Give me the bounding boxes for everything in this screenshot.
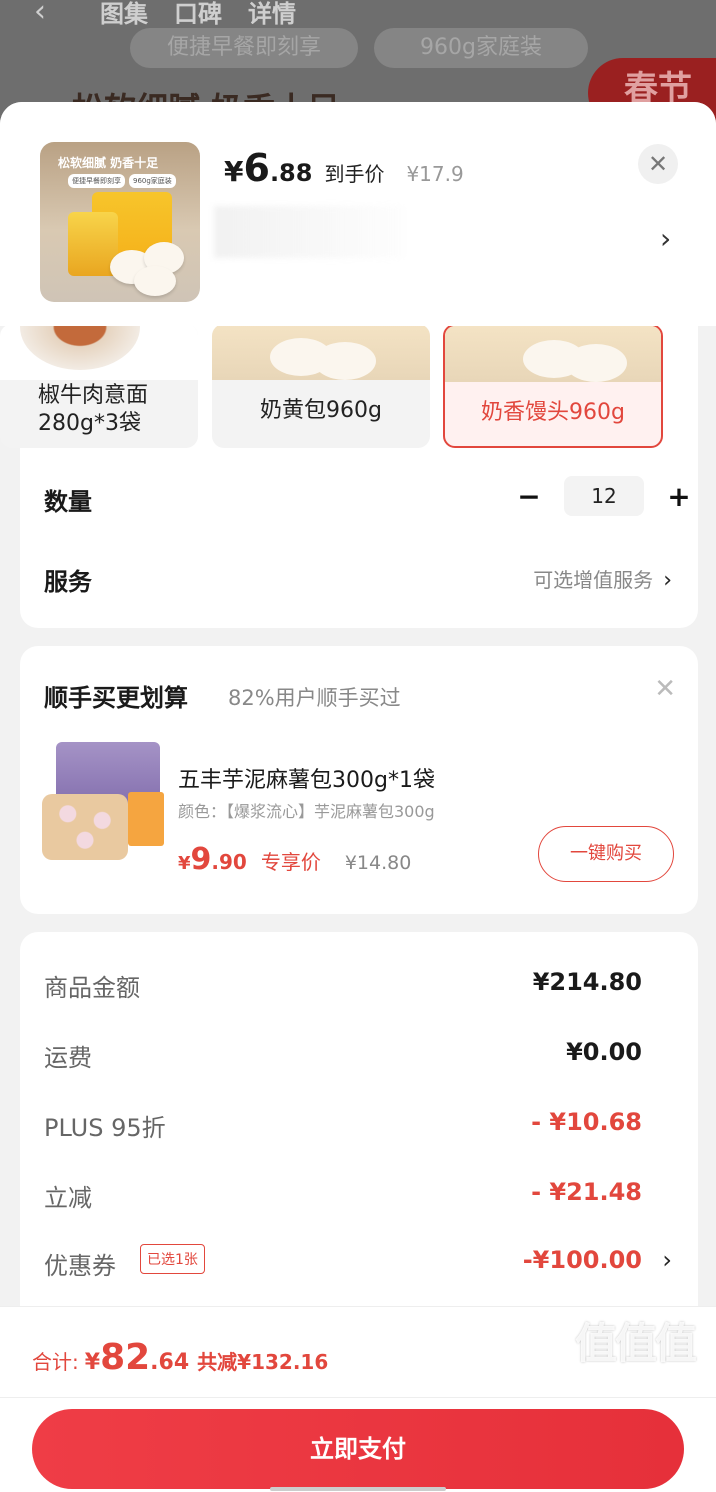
background-tab: 口碑 (174, 0, 222, 28)
option-image (212, 324, 430, 380)
background-tab: 详情 (248, 0, 296, 28)
thumbnail-tag: 960g家庭装 (129, 174, 176, 188)
service-label: 服务 (44, 568, 92, 596)
total-saved: 共减¥132.16 (197, 1350, 329, 1374)
price-decimal: .90 (211, 850, 247, 874)
addon-subtitle: 82%用户顺手买过 (228, 686, 401, 710)
original-price: ¥17.9 (406, 162, 464, 186)
addon-product-spec: 颜色：【爆浆流心】芋泥麻薯包300g (178, 802, 435, 821)
bun-image (134, 266, 176, 296)
addon-product-image[interactable] (42, 742, 166, 866)
option-label: 奶黄包960g (260, 398, 382, 423)
thumbnail-slogan: 松软细腻 奶香十足 (58, 156, 159, 170)
chevron-right-icon: › (662, 1246, 672, 1274)
option-image (445, 326, 661, 382)
summary-label: 运费 (44, 1044, 92, 1072)
steamer-basket-image (42, 794, 128, 860)
summary-label: 优惠券 (44, 1252, 116, 1280)
price-row: ¥ 6 .88 到手价 ¥17.9 (224, 146, 464, 190)
addon-product-name[interactable]: 五丰芋泥麻薯包300g*1袋 (178, 762, 435, 794)
background-tabs: 图集 口碑 详情 (100, 0, 296, 29)
quantity-input[interactable]: 12 (564, 476, 644, 516)
purchase-sheet: 松软细腻 奶香十足 便捷早餐即刻享 960g家庭装 ¥ 6 .88 到手价 ¥1… (0, 102, 716, 1492)
price-integer: 9 (190, 842, 212, 877)
total-label: 合计: (32, 1350, 79, 1374)
pasta-image (20, 324, 140, 370)
option-image (0, 324, 198, 380)
product-thumbnail[interactable]: 松软细腻 奶香十足 便捷早餐即刻享 960g家庭装 (40, 142, 200, 302)
bun-image (565, 344, 627, 382)
quantity-label: 数量 (44, 488, 92, 516)
background-chip: 960g家庭装 (374, 28, 588, 68)
watermark-logo: 值值值 zhizhizhi.com (560, 1310, 710, 1385)
addon-card: 顺手买更划算 82%用户顺手买过 ✕ 五丰芋泥麻薯包300g*1袋 颜色：【爆浆… (20, 646, 698, 914)
summary-row: PLUS 95折 - ¥10.68 (44, 1108, 642, 1144)
coupon-row[interactable]: 优惠券 已选1张 -¥100.00 › (44, 1244, 672, 1282)
total-symbol: ¥ (84, 1350, 101, 1375)
blurred-text (214, 206, 404, 258)
addon-price-row: ¥ 9 .90 专享价 ¥14.80 (178, 842, 411, 877)
price-symbol: ¥ (224, 155, 244, 188)
option-beef-pasta[interactable]: 椒牛肉意面 280g*3袋 (0, 324, 198, 448)
summary-value: - ¥10.68 (531, 1108, 642, 1136)
option-label: 奶香馒头960g (481, 400, 625, 425)
sheet-header: 松软细腻 奶香十足 便捷早餐即刻享 960g家庭装 ¥ 6 .88 到手价 ¥1… (0, 102, 716, 326)
total-row: 合计: ¥ 82 .64 共减¥132.16 (32, 1337, 328, 1378)
home-indicator (270, 1487, 446, 1491)
product-label-image (128, 792, 164, 846)
quantity-stepper: − 12 + (514, 476, 694, 516)
summary-label: 商品金额 (44, 974, 140, 1002)
price-integer: 6 (243, 146, 270, 190)
option-custard-bun[interactable]: 奶黄包960g (212, 324, 430, 448)
background-nav: ‹ 图集 口碑 详情 (30, 0, 716, 29)
summary-row: 立减 - ¥21.48 (44, 1178, 642, 1214)
service-value: 可选增值服务 (533, 568, 654, 592)
spec-card: 椒牛肉意面 280g*3袋 奶黄包960g 奶香馒头960g 数量 − 12 +… (0, 302, 698, 628)
price-tag: 专享价 (260, 850, 321, 874)
minus-icon[interactable]: − (514, 480, 544, 513)
option-label: 椒牛肉意面 280g*3袋 (38, 383, 149, 436)
thumbnail-tags: 便捷早餐即刻享 960g家庭装 (68, 174, 176, 188)
pay-now-button[interactable]: 立即支付 (32, 1409, 684, 1489)
summary-row: 运费 ¥0.00 (44, 1038, 642, 1074)
option-milk-bun-selected[interactable]: 奶香馒头960g (443, 324, 663, 448)
summary-row: 商品金额 ¥214.80 (44, 968, 642, 1004)
summary-value: ¥0.00 (566, 1038, 642, 1066)
thumbnail-tag: 便捷早餐即刻享 (68, 174, 125, 188)
coupon-selected-tag: 已选1张 (140, 1244, 205, 1274)
addon-title: 顺手买更划算 (44, 684, 188, 712)
divider (0, 1397, 716, 1398)
background-chip: 便捷早餐即刻享 (130, 28, 358, 68)
total-decimal: .64 (150, 1350, 190, 1375)
price-decimal: .88 (269, 159, 313, 187)
summary-label: PLUS 95折 (44, 1114, 166, 1142)
summary-value: ¥214.80 (532, 968, 642, 996)
summary-value: -¥100.00 (522, 1246, 642, 1274)
price-tag: 到手价 (324, 162, 385, 186)
summary-label: 立减 (44, 1184, 92, 1212)
chevron-right-icon: › (663, 568, 672, 593)
bun-image (314, 342, 376, 380)
service-selector[interactable]: 可选增值服务 › (533, 564, 672, 593)
price-symbol: ¥ (178, 853, 191, 874)
price-summary: 商品金额 ¥214.80 运费 ¥0.00 PLUS 95折 - ¥10.68 … (20, 932, 698, 1352)
watermark-text: 值值值 (574, 1319, 697, 1368)
close-icon[interactable]: ✕ (638, 144, 678, 184)
close-icon[interactable]: ✕ (654, 674, 676, 704)
original-price: ¥14.80 (344, 852, 412, 874)
chevron-right-icon[interactable]: › (660, 222, 671, 255)
back-arrow-icon: ‹ (34, 0, 46, 29)
plus-icon[interactable]: + (664, 480, 694, 513)
total-integer: 82 (100, 1337, 151, 1378)
background-tab: 图集 (100, 0, 148, 28)
one-click-buy-button[interactable]: 一键购买 (538, 826, 674, 882)
summary-value: - ¥21.48 (531, 1178, 642, 1206)
